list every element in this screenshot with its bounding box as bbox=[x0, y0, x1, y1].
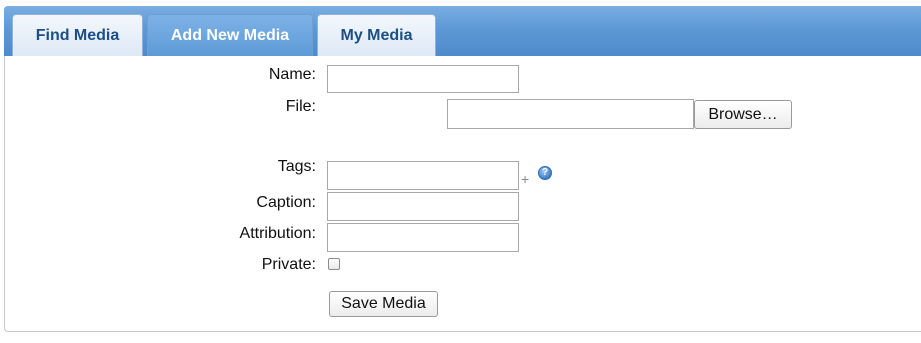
tab-bar: Find Media Add New Media My Media bbox=[4, 6, 921, 56]
add-tag-icon[interactable]: + bbox=[521, 172, 529, 186]
help-icon[interactable]: ? bbox=[538, 166, 552, 180]
private-label: Private: bbox=[261, 256, 316, 273]
name-label: Name: bbox=[268, 66, 316, 83]
browse-button[interactable]: Browse… bbox=[694, 100, 792, 129]
tags-input[interactable] bbox=[327, 161, 519, 190]
private-checkbox[interactable] bbox=[328, 258, 340, 270]
save-media-button[interactable]: Save Media bbox=[329, 291, 438, 317]
attribution-label: Attribution: bbox=[239, 225, 316, 242]
tab-add-new-media[interactable]: Add New Media bbox=[147, 14, 313, 56]
file-path-field[interactable] bbox=[447, 99, 694, 129]
file-label: File: bbox=[285, 98, 316, 115]
tab-my-media[interactable]: My Media bbox=[317, 14, 436, 56]
caption-label: Caption: bbox=[256, 194, 316, 211]
caption-input[interactable] bbox=[327, 192, 519, 221]
attribution-input[interactable] bbox=[327, 223, 519, 252]
tab-find-media[interactable]: Find Media bbox=[12, 14, 143, 56]
tags-label: Tags: bbox=[277, 158, 316, 175]
name-input[interactable] bbox=[327, 65, 519, 93]
